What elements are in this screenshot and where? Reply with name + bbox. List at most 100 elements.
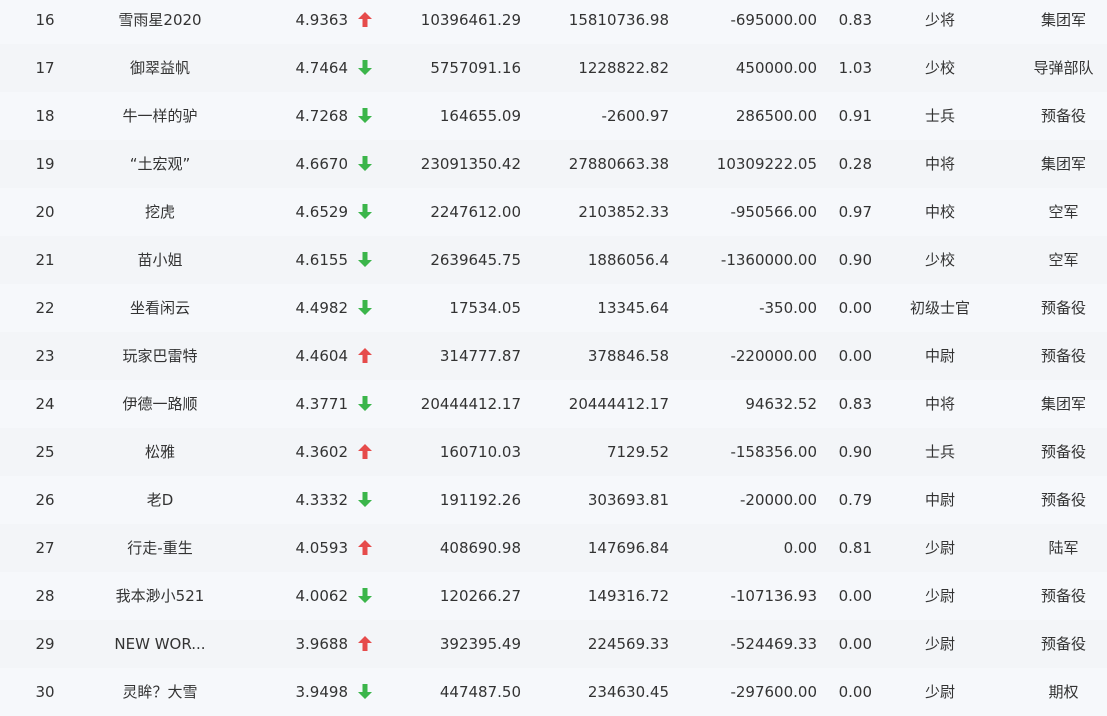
ratio-value: 0.97 [838,203,872,221]
value-3: -297600.00 [730,683,817,701]
score-value: 4.0593 [295,539,349,557]
table-row[interactable]: 19 “土宏观” 4.6670 23091350.42 27880663.38 10309… [0,140,1107,188]
value-3: -1360000.00 [720,251,817,269]
rank-cell: 23 [35,347,55,365]
rank-cell: 29 [35,635,55,653]
score-value: 4.4982 [295,299,349,317]
value-1: 160710.03 [439,443,521,461]
table-row[interactable]: 16 雪雨星2020 4.9363 10396461.29 15810736.98 -69… [0,0,1107,44]
player-name: 玩家巴雷特 [122,347,198,365]
unit-name: 集团军 [1040,395,1086,413]
military-rank: 少尉 [924,683,955,701]
ratio-value: 0.00 [838,683,872,701]
value-3: -350.00 [759,299,817,317]
table-row[interactable]: 30 灵眸？大雪 3.9498 447487.50 234630.45 -297600.0… [0,668,1107,716]
ratio-value: 0.28 [838,155,872,173]
player-name: 松雅 [144,443,175,461]
table-row[interactable]: 21 苗小姐 4.6155 2639645.75 1886056.4 -1360000.0… [0,236,1107,284]
unit-name: 期权 [1048,683,1079,701]
table-row[interactable]: 25 松雅 4.3602 160710.03 7129.52 -158356.00 0.90… [0,428,1107,476]
value-2: 7129.52 [606,443,669,461]
player-name: NEW WOR... [114,635,206,653]
rank-cell: 19 [35,155,55,173]
table-row[interactable]: 28 我本渺小521 4.0062 120266.27 149316.72 -107136… [0,572,1107,620]
ratio-value: 0.91 [838,107,872,125]
unit-name: 预备役 [1040,587,1086,605]
value-2: -2600.97 [601,107,669,125]
value-1: 2247612.00 [430,203,521,221]
player-name: 御翠益帆 [129,59,190,77]
arrow-down-icon [356,476,374,524]
military-rank: 中将 [924,155,955,173]
military-rank: 士兵 [924,443,955,461]
rank-cell: 16 [35,11,55,29]
unit-name: 预备役 [1040,107,1086,125]
value-1: 164655.09 [439,107,521,125]
value-2: 20444412.17 [568,395,669,413]
value-2: 1886056.4 [587,251,669,269]
value-2: 27880663.38 [568,155,669,173]
value-3: -158356.00 [730,443,817,461]
military-rank: 少尉 [924,635,955,653]
player-name: “土宏观” [129,155,191,173]
military-rank: 少将 [924,11,955,29]
unit-name: 预备役 [1040,491,1086,509]
score-value: 4.3771 [295,395,349,413]
value-1: 23091350.42 [420,155,521,173]
table-row[interactable]: 23 玩家巴雷特 4.4604 314777.87 378846.58 -220000.0… [0,332,1107,380]
value-2: 15810736.98 [568,11,669,29]
score-value: 4.6529 [295,203,349,221]
table-row[interactable]: 29 NEW WOR... 3.9688 392395.49 224569.33 -524… [0,620,1107,668]
ratio-value: 0.81 [838,539,872,557]
value-2: 149316.72 [587,587,669,605]
table-row[interactable]: 20 挖虎 4.6529 2247612.00 2103852.33 -950566.00… [0,188,1107,236]
arrow-down-icon [356,284,374,332]
value-3: -107136.93 [730,587,817,605]
player-name: 挖虎 [144,203,175,221]
player-name: 伊德一路顺 [122,395,198,413]
value-2: 13345.64 [597,299,669,317]
military-rank: 初级士官 [909,299,970,317]
ratio-value: 0.00 [838,299,872,317]
military-rank: 中将 [924,395,955,413]
rank-cell: 17 [35,59,55,77]
value-1: 120266.27 [439,587,521,605]
table-row[interactable]: 17 御翠益帆 4.7464 5757091.16 1228822.82 450000.0… [0,44,1107,92]
rank-cell: 26 [35,491,55,509]
military-rank: 中尉 [924,491,955,509]
ratio-value: 0.83 [838,395,872,413]
value-3: -524469.33 [730,635,817,653]
unit-name: 空军 [1048,251,1079,269]
ratio-value: 0.00 [838,635,872,653]
unit-name: 预备役 [1040,299,1086,317]
table-row[interactable]: 22 坐看闲云 4.4982 17534.05 13345.64 -350.00 0.00 初… [0,284,1107,332]
player-name: 老D [146,491,174,509]
unit-name: 预备役 [1040,443,1086,461]
unit-name: 陆军 [1048,539,1079,557]
rank-cell: 25 [35,443,55,461]
value-3: -220000.00 [730,347,817,365]
ratio-value: 0.00 [838,587,872,605]
unit-name: 预备役 [1040,635,1086,653]
value-3: 94632.52 [745,395,817,413]
arrow-down-icon [356,572,374,620]
value-1: 392395.49 [439,635,521,653]
unit-name: 预备役 [1040,347,1086,365]
player-name: 我本渺小521 [115,587,205,605]
ratio-value: 0.00 [838,347,872,365]
score-value: 4.7464 [295,59,349,77]
rank-cell: 18 [35,107,55,125]
table-row[interactable]: 24 伊德一路顺 4.3771 20444412.17 20444412.17 94632… [0,380,1107,428]
table-row[interactable]: 18 牛一样的驴 4.7268 164655.09 -2600.97 286500.00 0… [0,92,1107,140]
table-row[interactable]: 27 行走-重生 4.0593 408690.98 147696.84 0.00 0.81 少… [0,524,1107,572]
table-row[interactable]: 26 老D 4.3332 191192.26 303693.81 -20000.00 0.7… [0,476,1107,524]
arrow-down-icon [356,188,374,236]
unit-name: 集团军 [1040,11,1086,29]
score-value: 4.7268 [295,107,349,125]
ratio-value: 0.79 [838,491,872,509]
rank-cell: 28 [35,587,55,605]
unit-name: 集团军 [1040,155,1086,173]
military-rank: 少尉 [924,587,955,605]
value-2: 224569.33 [587,635,669,653]
rank-cell: 27 [35,539,55,557]
